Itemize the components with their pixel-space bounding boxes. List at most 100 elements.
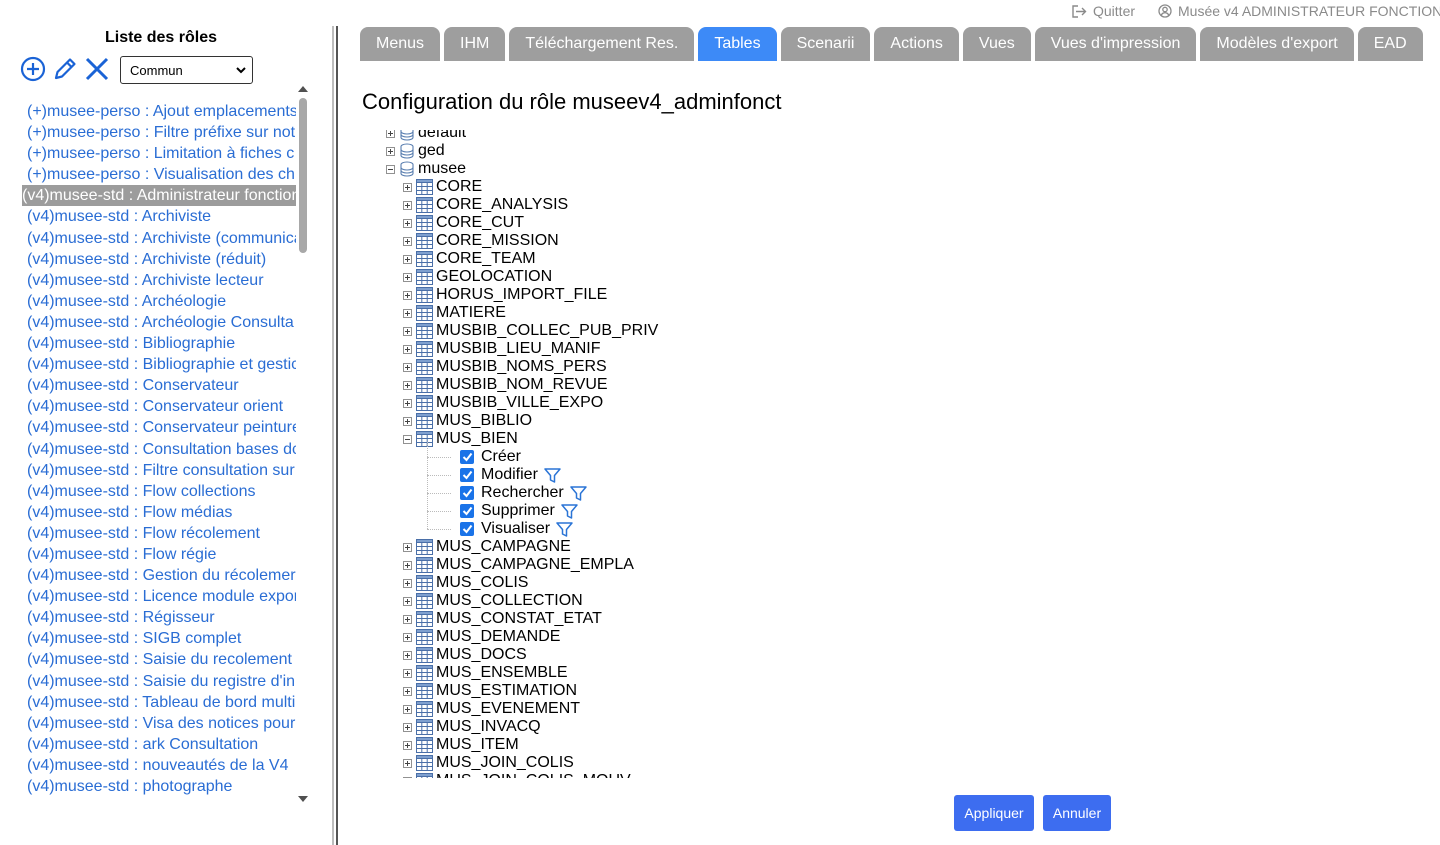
role-list-item[interactable]: (+)musee-perso : Visualisation des ch xyxy=(22,164,296,185)
collapse-icon[interactable] xyxy=(403,434,412,444)
scroll-up-arrow[interactable] xyxy=(298,86,308,92)
role-group-select[interactable]: Commun xyxy=(120,56,253,84)
permission-checkbox[interactable] xyxy=(460,504,474,518)
permission-checkbox[interactable] xyxy=(460,522,474,536)
panel-divider[interactable] xyxy=(332,26,334,845)
permission-checkbox[interactable] xyxy=(460,486,474,500)
expand-icon[interactable] xyxy=(403,290,412,300)
tree-node-table[interactable]: CORE_CUT xyxy=(403,214,524,232)
delete-role-button[interactable] xyxy=(84,56,110,82)
role-list-item[interactable]: (v4)musee-std : Administrateur fonctionn… xyxy=(22,185,296,207)
tree-node-table[interactable]: MATIERE xyxy=(403,304,506,322)
expand-icon[interactable] xyxy=(403,380,412,390)
role-list-item[interactable]: (v4)musee-std : Saisie du registre d'in xyxy=(22,671,296,692)
collapse-icon[interactable] xyxy=(386,164,395,174)
role-list-item[interactable]: (v4)musee-std : Bibliographie xyxy=(22,333,296,354)
role-list-item[interactable]: (v4)musee-std : Visa des notices pour xyxy=(22,713,296,734)
tree-node-table[interactable]: CORE xyxy=(403,178,482,196)
expand-icon[interactable] xyxy=(403,416,412,426)
tree-node-table[interactable]: CORE_ANALYSIS xyxy=(403,196,568,214)
tree-node-table[interactable]: MUS_DOCS xyxy=(403,646,527,664)
expand-icon[interactable] xyxy=(403,272,412,282)
expand-icon[interactable] xyxy=(386,130,395,138)
role-list-item[interactable]: (v4)musee-std : Saisie du recolement xyxy=(22,649,296,670)
role-list-item[interactable]: (v4)musee-std : Archéologie Consulta xyxy=(22,312,296,333)
expand-icon[interactable] xyxy=(403,776,412,778)
filter-icon[interactable] xyxy=(561,503,578,519)
role-list-item[interactable]: (v4)musee-std : Conservateur orient xyxy=(22,396,296,417)
expand-icon[interactable] xyxy=(403,560,412,570)
expand-icon[interactable] xyxy=(403,344,412,354)
add-role-button[interactable] xyxy=(20,56,46,82)
tree-node-permission[interactable]: Créer xyxy=(460,448,521,466)
tree-node-table[interactable]: MUSBIB_COLLEC_PUB_PRIV xyxy=(403,322,658,340)
expand-icon[interactable] xyxy=(403,704,412,714)
tree-node-database[interactable]: ged xyxy=(386,142,445,160)
role-list-item[interactable]: (v4)musee-std : Archiviste (réduit) xyxy=(22,249,296,270)
tree-node-table[interactable]: MUS_COLIS xyxy=(403,574,528,592)
expand-icon[interactable] xyxy=(403,668,412,678)
scroll-down-arrow[interactable] xyxy=(298,796,308,802)
expand-icon[interactable] xyxy=(403,758,412,768)
role-list-item[interactable]: (v4)musee-std : ark Consultation xyxy=(22,734,296,755)
role-list-item[interactable]: (v4)musee-std : Bibliographie et gestic xyxy=(22,354,296,375)
tab-tables[interactable]: Tables xyxy=(698,27,777,61)
expand-icon[interactable] xyxy=(403,722,412,732)
expand-icon[interactable] xyxy=(403,650,412,660)
role-list-item[interactable]: (v4)musee-std : photographe xyxy=(22,776,296,797)
role-list-item[interactable]: (v4)musee-std : Flow régie xyxy=(22,544,296,565)
role-list-item[interactable]: (v4)musee-std : Tableau de bord multi xyxy=(22,692,296,713)
expand-icon[interactable] xyxy=(403,614,412,624)
cancel-button[interactable]: Annuler xyxy=(1043,795,1111,831)
expand-icon[interactable] xyxy=(403,686,412,696)
tree-node-table[interactable]: MUSBIB_LIEU_MANIF xyxy=(403,340,600,358)
expand-icon[interactable] xyxy=(403,326,412,336)
tree-node-table[interactable]: MUS_JOIN_COLIS xyxy=(403,754,574,772)
expand-icon[interactable] xyxy=(403,200,412,210)
expand-icon[interactable] xyxy=(403,542,412,552)
role-list-item[interactable]: (v4)musee-std : Gestion du récolemer xyxy=(22,565,296,586)
role-list-item[interactable]: (v4)musee-std : Archéologie xyxy=(22,291,296,312)
expand-icon[interactable] xyxy=(403,578,412,588)
tree-node-table[interactable]: MUS_CONSTAT_ETAT xyxy=(403,610,602,628)
tab-ead[interactable]: EAD xyxy=(1357,27,1423,61)
tab-vues[interactable]: Vues xyxy=(962,27,1031,61)
tree-node-table[interactable]: HORUS_IMPORT_FILE xyxy=(403,286,607,304)
role-list-item[interactable]: (+)musee-perso : Ajout emplacements xyxy=(22,101,296,122)
tab-ihm[interactable]: IHM xyxy=(444,27,506,61)
expand-icon[interactable] xyxy=(403,596,412,606)
tree-node-table[interactable]: MUS_ESTIMATION xyxy=(403,682,577,700)
tree-node-permission[interactable]: Rechercher xyxy=(460,484,587,502)
quit-link[interactable]: Quitter xyxy=(1072,3,1135,19)
tab-vues-d-impression[interactable]: Vues d'impression xyxy=(1034,27,1197,61)
tree-node-table[interactable]: MUS_ENSEMBLE xyxy=(403,664,568,682)
tab-mod-les-d-export[interactable]: Modèles d'export xyxy=(1200,27,1354,61)
tab-t-l-chargement-res[interactable]: Téléchargement Res. xyxy=(509,27,695,61)
filter-icon[interactable] xyxy=(569,485,587,501)
tab-actions[interactable]: Actions xyxy=(874,27,959,61)
tree-node-database[interactable]: musee xyxy=(386,160,466,178)
expand-icon[interactable] xyxy=(403,632,412,642)
role-list-item[interactable]: (v4)musee-std : Licence module expor xyxy=(22,586,296,607)
tree-node-permission[interactable]: Modifier xyxy=(460,466,561,484)
role-list-item[interactable]: (v4)musee-std : Archiviste lecteur xyxy=(22,270,296,291)
tree-node-table[interactable]: MUS_BIBLIO xyxy=(403,412,532,430)
role-list-item[interactable]: (v4)musee-std : Archiviste (communica xyxy=(22,228,296,249)
tree-node-table[interactable]: MUSBIB_NOMS_PERS xyxy=(403,358,607,376)
tree-node-table[interactable]: MUS_COLLECTION xyxy=(403,592,583,610)
filter-icon[interactable] xyxy=(556,521,573,537)
role-list-item[interactable]: (v4)musee-std : Flow médias xyxy=(22,502,296,523)
expand-icon[interactable] xyxy=(403,182,412,192)
scrollbar-thumb[interactable] xyxy=(299,98,307,253)
role-list-item[interactable]: (v4)musee-std : Régisseur xyxy=(22,607,296,628)
expand-icon[interactable] xyxy=(403,398,412,408)
filter-icon[interactable] xyxy=(544,467,561,483)
role-list-item[interactable]: (+)musee-perso : Filtre préfixe sur not xyxy=(22,122,296,143)
tree-node-table[interactable]: CORE_TEAM xyxy=(403,250,536,268)
tree-node-permission[interactable]: Supprimer xyxy=(460,502,578,520)
tree-node-table[interactable]: MUS_DEMANDE xyxy=(403,628,560,646)
expand-icon[interactable] xyxy=(403,254,412,264)
tree-node-table[interactable]: MUSBIB_NOM_REVUE xyxy=(403,376,608,394)
tree-node-database[interactable]: default xyxy=(386,130,466,142)
expand-icon[interactable] xyxy=(403,236,412,246)
